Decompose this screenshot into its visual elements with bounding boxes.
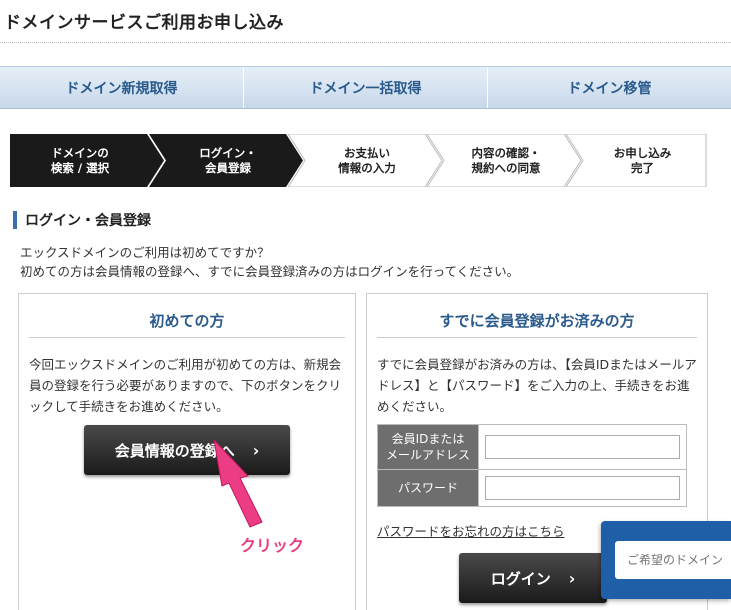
register-button-label: 会員情報の登録へ [114,441,235,460]
new-user-panel: 初めての方 今回エックスドメインのご利用が初めての方は、新規会員の登録を行う必要… [18,293,356,610]
chevron-right-icon: › [252,440,260,460]
member-id-input[interactable] [485,435,680,459]
existing-user-title: すでに会員登録がお済みの方 [377,304,697,338]
section-heading: ログイン・会員登録 [13,210,151,230]
password-cell [478,469,687,507]
section-heading-text: ログイン・会員登録 [25,213,151,229]
login-form: 会員IDまたは メールアドレス パスワード [377,424,687,507]
password-label: パスワード [377,469,479,507]
login-button-label: ログイン [490,569,551,588]
chevron-right-icon: › [568,568,576,588]
new-user-title: 初めての方 [29,304,345,338]
forgot-password-link[interactable]: パスワードをお忘れの方はこちら [377,521,565,540]
tab-new-registration[interactable]: ドメイン新規取得 [0,67,244,108]
progress-steps: ドメインの 検索 / 選択 ログイン・ 会員登録 お支払い 情報の入力 内容の確… [10,134,707,187]
intro-text: エックスドメインのご利用は初めてですか？ 初めての方は会員情報の登録へ、すでに会… [20,243,519,281]
page-title: ドメインサービスご利用お申し込み [4,13,284,33]
existing-user-description: すでに会員登録がお済みの方は、【会員IDまたはメールアドレス】と【パスワード】を… [377,357,697,414]
tab-bulk-registration[interactable]: ドメイン一括取得 [244,67,488,108]
member-id-cell [478,424,687,470]
domain-search-input[interactable] [615,541,731,579]
register-member-button[interactable]: 会員情報の登録へ › [84,425,290,475]
password-input[interactable] [485,476,680,500]
title-divider [0,42,731,43]
step-complete: お申し込み 完了 [613,145,672,175]
step-confirm-terms: 内容の確認・ 規約への同意 [471,145,541,175]
step-search-select: ドメインの 検索 / 選択 [50,145,110,175]
intro-line-1: エックスドメインのご利用は初めてですか？ [20,245,270,260]
login-button[interactable]: ログイン › [459,553,607,603]
heading-accent-bar [13,211,17,229]
new-user-description: 今回エックスドメインのご利用が初めての方は、新規会員の登録を行う必要がありますの… [29,357,342,414]
service-tabs: ドメイン新規取得 ドメイン一括取得 ドメイン移管 [0,66,731,109]
member-id-label: 会員IDまたは メールアドレス [377,424,479,470]
step-payment-info: お支払い 情報の入力 [338,145,396,175]
intro-line-2: 初めての方は会員情報の登録へ、すでに会員登録済みの方はログインを行ってください。 [20,264,520,279]
tab-domain-transfer[interactable]: ドメイン移管 [488,67,731,108]
click-annotation: クリック [240,536,305,555]
step-login-register: ログイン・ 会員登録 [199,145,257,175]
domain-search-widget [601,521,731,599]
